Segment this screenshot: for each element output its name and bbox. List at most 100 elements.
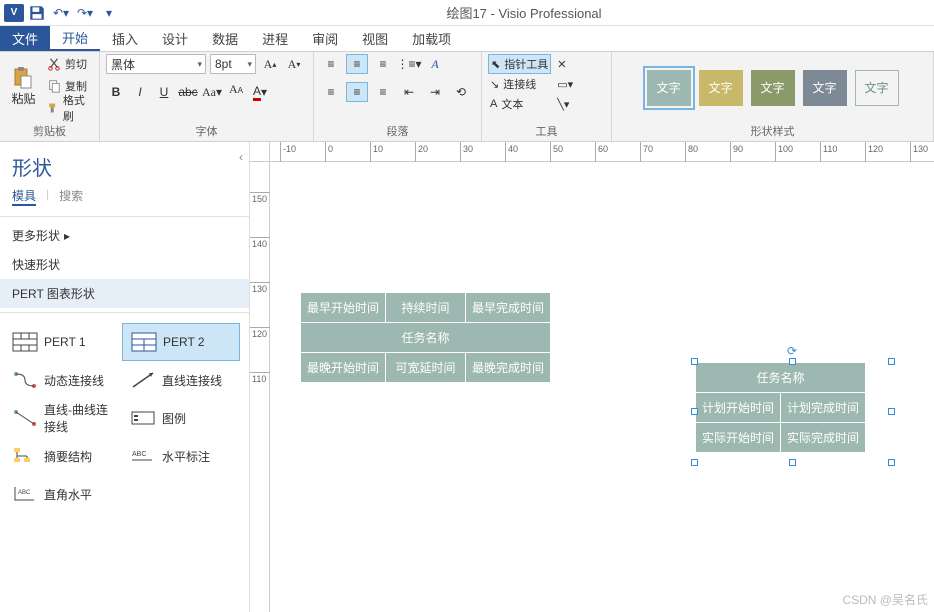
more-shapes-link[interactable]: 更多形状▸ [0,221,249,250]
text-direction-button[interactable]: A [424,54,446,74]
pert-shapes-section[interactable]: PERT 图表形状 [0,279,249,308]
tab-design[interactable]: 设计 [150,26,200,51]
tab-home[interactable]: 开始 [50,26,100,51]
paste-button[interactable]: 粘贴 [6,54,41,118]
rotation-handle-icon[interactable]: ⟳ [787,344,799,356]
canvas-shape-pert2-selected[interactable]: ⟳ 任务名称 计划开始时间计划完成时间 实际开始时间实际完成时间 [695,362,891,462]
style-swatch-3[interactable]: 文字 [751,70,795,106]
group-shape-styles: 文字 文字 文字 文字 文字 形状样式 [612,52,934,141]
workspace: ‹ 形状 模具 | 搜索 更多形状▸ 快速形状 PERT 图表形状 PERT 1… [0,142,934,612]
line-tool-button[interactable]: ╲▾ [555,94,575,114]
vertical-ruler: 150 140 130 120 110 [250,162,270,612]
stencil-level-annotation[interactable]: ABC水平标注 [122,437,240,475]
canvas-area: -10 0 10 20 30 40 50 60 70 80 90 100 110… [250,142,934,612]
tab-addins[interactable]: 加载项 [400,26,463,51]
style-swatch-1[interactable]: 文字 [647,70,691,106]
underline-button[interactable]: U [154,82,174,102]
shapes-tab-search[interactable]: 搜索 [59,187,83,206]
align-bottom-button[interactable]: ≡ [372,54,394,74]
change-case-button[interactable]: Aa▾ [202,82,222,102]
tab-file[interactable]: 文件 [0,26,50,51]
undo-icon[interactable]: ↶▾ [52,4,70,22]
selection-handle[interactable] [691,408,698,415]
bold-button[interactable]: B [106,82,126,102]
selection-handle[interactable] [789,358,796,365]
selection-handle[interactable] [888,459,895,466]
bullets-button[interactable]: ⋮≡▾ [398,54,420,74]
tab-process[interactable]: 进程 [250,26,300,51]
selection-handle[interactable] [789,459,796,466]
style-swatch-2[interactable]: 文字 [699,70,743,106]
qat-customize-icon[interactable]: ▾ [100,4,118,22]
watermark: CSDN @吴名氏 [842,591,928,608]
cut-button[interactable]: 剪切 [45,54,93,74]
strikethrough-button[interactable]: abc [178,82,198,102]
selection-handle[interactable] [888,408,895,415]
connector-tool-button[interactable]: ↘连接线 [488,74,551,94]
font-size-select[interactable]: 8pt [210,54,256,74]
stencil-summary-structure[interactable]: 摘要结构 [4,437,122,475]
rotate-text-button[interactable]: ⟲ [450,82,472,102]
stencil-pert1[interactable]: PERT 1 [4,323,122,361]
collapse-panel-icon[interactable]: ‹ [239,150,243,164]
tab-view[interactable]: 视图 [350,26,400,51]
ribbon: 粘贴 剪切 复制 格式刷 剪贴板 黑体 8pt A▴ A▾ B I U abc [0,52,934,142]
stencil-pert2[interactable]: PERT 2 [122,323,240,361]
tab-data[interactable]: 数据 [200,26,250,51]
horizontal-ruler: -10 0 10 20 30 40 50 60 70 80 90 100 110… [270,142,934,162]
font-name-select[interactable]: 黑体 [106,54,206,74]
increase-font-icon[interactable]: A▴ [260,54,280,74]
cursor-icon: ⬉ [491,58,500,71]
title-bar: V ↶▾ ↷▾ ▾ 绘图17 - Visio Professional [0,0,934,26]
app-icon: V [4,4,24,22]
align-right-button[interactable]: ≡ [372,82,394,102]
shapes-tab-stencil[interactable]: 模具 [12,187,36,206]
tab-insert[interactable]: 插入 [100,26,150,51]
shapes-panel: ‹ 形状 模具 | 搜索 更多形状▸ 快速形状 PERT 图表形状 PERT 1… [0,142,250,612]
rectangle-tool-button[interactable]: ▭▾ [555,74,575,94]
canvas-shape-pert1[interactable]: 最早开始时间持续时间最早完成时间 任务名称 最晚开始时间可宽延时间最晚完成时间 [300,292,551,383]
drawing-canvas[interactable]: 最早开始时间持续时间最早完成时间 任务名称 最晚开始时间可宽延时间最晚完成时间 … [270,162,934,612]
group-font: 黑体 8pt A▴ A▾ B I U abc Aa▾ AA A▾ 字体 [100,52,314,141]
ruler-corner [250,142,270,162]
align-middle-button[interactable]: ≡ [346,54,368,74]
stencil-grid: PERT 1 PERT 2 动态连接线 直线连接线 直线-曲线连接线 图例 摘要… [0,317,249,519]
align-top-button[interactable]: ≡ [320,54,342,74]
increase-indent-button[interactable]: ⇥ [424,82,446,102]
stencil-right-angle[interactable]: ABC直角水平 [4,475,122,513]
selection-handle[interactable] [691,358,698,365]
stencil-line-curve-connector[interactable]: 直线-曲线连接线 [4,399,122,437]
selection-handle[interactable] [888,358,895,365]
shapes-panel-title: 形状 [0,142,249,187]
tab-review[interactable]: 审阅 [300,26,350,51]
selection-handle[interactable] [691,459,698,466]
ribbon-tabs: 文件 开始 插入 设计 数据 进程 审阅 视图 加载项 [0,26,934,52]
window-title: 绘图17 - Visio Professional [118,3,930,22]
decrease-indent-button[interactable]: ⇤ [398,82,420,102]
font-size-button[interactable]: AA [226,82,246,102]
text-icon: A [490,98,497,110]
clipboard-group-label: 剪贴板 [6,121,93,141]
style-swatch-4[interactable]: 文字 [803,70,847,106]
stencil-legend[interactable]: 图例 [122,399,240,437]
text-tool-button[interactable]: A文本 [488,94,551,114]
save-icon[interactable] [28,4,46,22]
shape-styles-group-label: 形状样式 [618,121,927,141]
decrease-font-icon[interactable]: A▾ [284,54,304,74]
group-paragraph: ≡ ≡ ≡ ⋮≡▾ A ≡ ≡ ≡ ⇤ ⇥ ⟲ 段落 [314,52,482,141]
redo-icon[interactable]: ↷▾ [76,4,94,22]
svg-text:ABC: ABC [132,451,146,458]
align-center-button[interactable]: ≡ [346,82,368,102]
stencil-line-connector[interactable]: 直线连接线 [122,361,240,399]
font-color-button[interactable]: A▾ [250,82,270,102]
italic-button[interactable]: I [130,82,150,102]
quick-shapes-section[interactable]: 快速形状 [0,250,249,279]
stencil-dynamic-connector[interactable]: 动态连接线 [4,361,122,399]
svg-text:ABC: ABC [18,490,31,496]
align-left-button[interactable]: ≡ [320,82,342,102]
fill-tool-button[interactable]: ✕ [555,54,575,74]
format-painter-button[interactable]: 格式刷 [45,98,93,118]
style-swatch-5[interactable]: 文字 [855,70,899,106]
connector-icon: ↘ [490,78,499,91]
pointer-tool-button[interactable]: ⬉指针工具 [488,54,551,74]
